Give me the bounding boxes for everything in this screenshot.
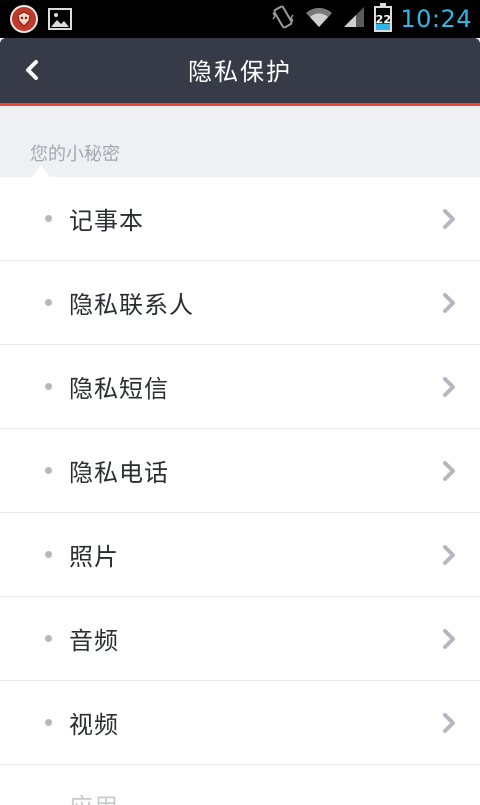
list-item-label: 隐私电话 xyxy=(69,459,169,487)
list-item-label: 隐私联系人 xyxy=(69,291,194,319)
signal-icon xyxy=(342,5,366,33)
list-item-photos[interactable]: 照片 xyxy=(0,513,480,597)
list-item-private-contacts[interactable]: 隐私联系人 xyxy=(0,261,480,345)
battery-icon: 22 xyxy=(374,3,393,32)
list-item-label: 视频 xyxy=(69,711,119,739)
bullet-icon xyxy=(45,718,52,726)
chevron-right-icon xyxy=(442,292,456,314)
list-item-private-calls[interactable]: 隐私电话 xyxy=(0,429,480,513)
page-title: 隐私保护 xyxy=(188,58,292,86)
battery-level: 22 xyxy=(375,12,391,26)
bullet-icon xyxy=(45,550,52,558)
list-item-label: 照片 xyxy=(69,543,119,571)
bullet-icon xyxy=(45,634,52,642)
bullet-icon xyxy=(45,298,52,306)
list-item-label: 记事本 xyxy=(69,207,144,235)
chevron-right-icon xyxy=(442,208,456,230)
privacy-list: 记事本 隐私联系人 隐私短信 隐私电话 照片 音频 视频 xyxy=(0,177,480,805)
vibrate-icon xyxy=(270,4,296,34)
header-bar: 隐私保护 xyxy=(0,38,480,106)
chevron-right-icon xyxy=(442,544,456,566)
app-shield-icon xyxy=(10,5,38,33)
chevron-right-icon xyxy=(442,460,456,482)
list-item-label: 隐私短信 xyxy=(69,375,169,403)
list-item-private-sms[interactable]: 隐私短信 xyxy=(0,345,480,429)
chevron-right-icon xyxy=(442,628,456,650)
bullet-icon xyxy=(45,382,52,390)
image-icon xyxy=(48,8,72,30)
list-item-notepad[interactable]: 记事本 xyxy=(0,177,480,261)
clock: 10:24 xyxy=(400,5,472,33)
wifi-icon xyxy=(304,5,334,33)
status-right-icons: 22 10:24 xyxy=(270,2,472,36)
list-item-label: 音频 xyxy=(69,627,119,655)
bullet-icon xyxy=(45,466,52,474)
list-item-label: 应用 xyxy=(69,787,119,805)
list-item-audio[interactable]: 音频 xyxy=(0,597,480,681)
bullet-icon xyxy=(45,214,52,222)
list-item-apps[interactable]: 应用 xyxy=(0,765,480,805)
section-notch xyxy=(32,165,50,177)
list-item-video[interactable]: 视频 xyxy=(0,681,480,765)
section-label: 您的小秘密 xyxy=(30,144,120,165)
chevron-right-icon xyxy=(442,712,456,734)
chevron-right-icon xyxy=(442,376,456,398)
status-left-icons xyxy=(10,5,72,33)
status-bar: 22 10:24 xyxy=(0,0,480,38)
